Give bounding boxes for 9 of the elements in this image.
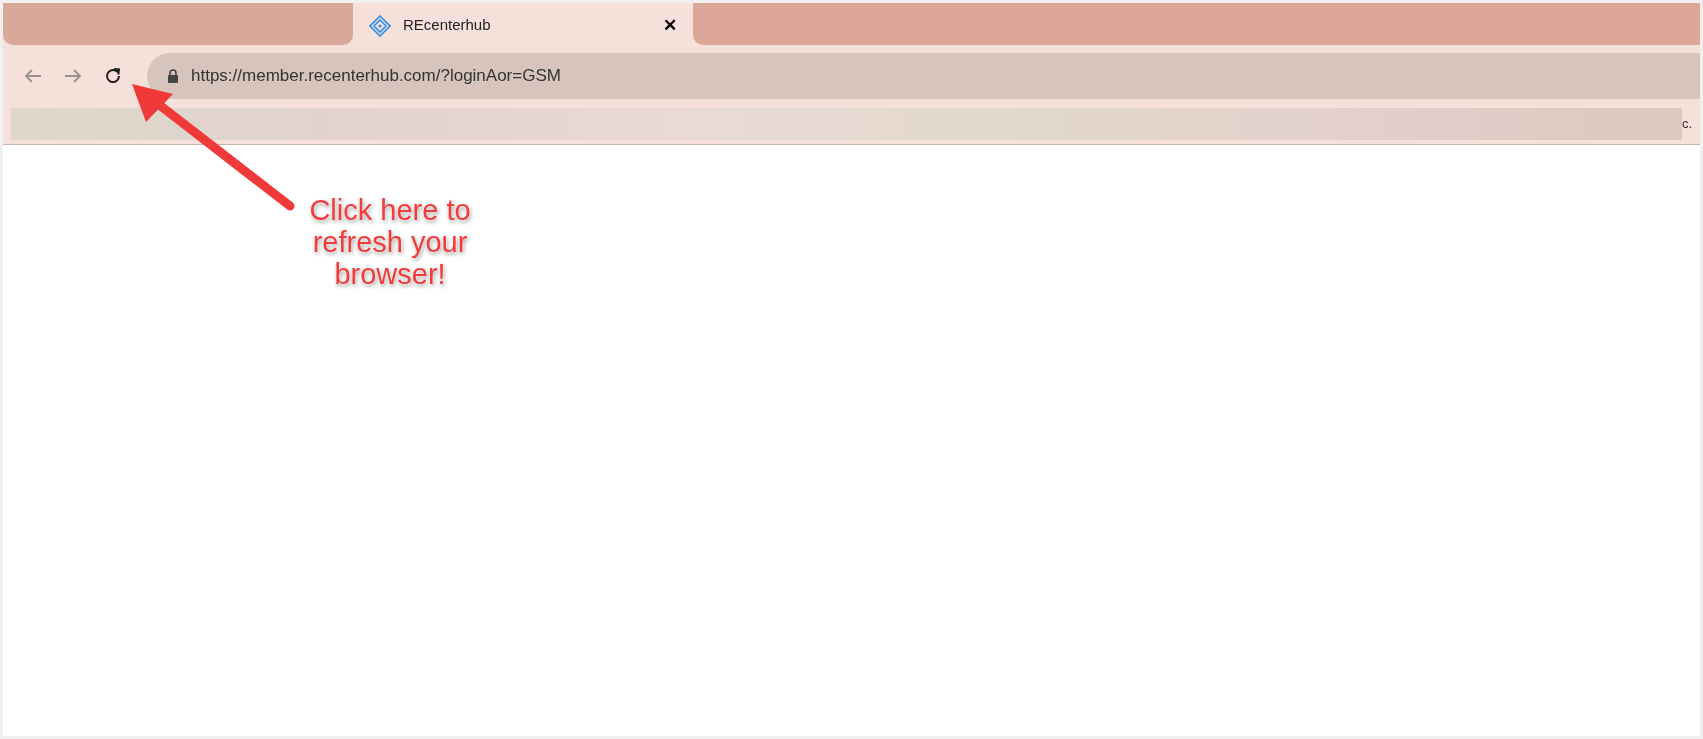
tab-title: REcenterhub: [403, 15, 492, 36]
reload-icon[interactable]: [103, 65, 123, 86]
close-button[interactable]: ✕: [663, 12, 677, 39]
annotation-text: Click here to refresh your browser!: [308, 194, 472, 290]
url-text: https://member.recenterhub.com/?loginAor=GSM: [191, 64, 561, 87]
address-bar[interactable]: https://member.recenterhub.com/?loginAor=GSM: [147, 52, 1700, 99]
bookmark-overflow[interactable]: c.: [1682, 113, 1696, 134]
lock-icon: [167, 68, 179, 83]
diamond-logo-icon: [369, 14, 391, 37]
